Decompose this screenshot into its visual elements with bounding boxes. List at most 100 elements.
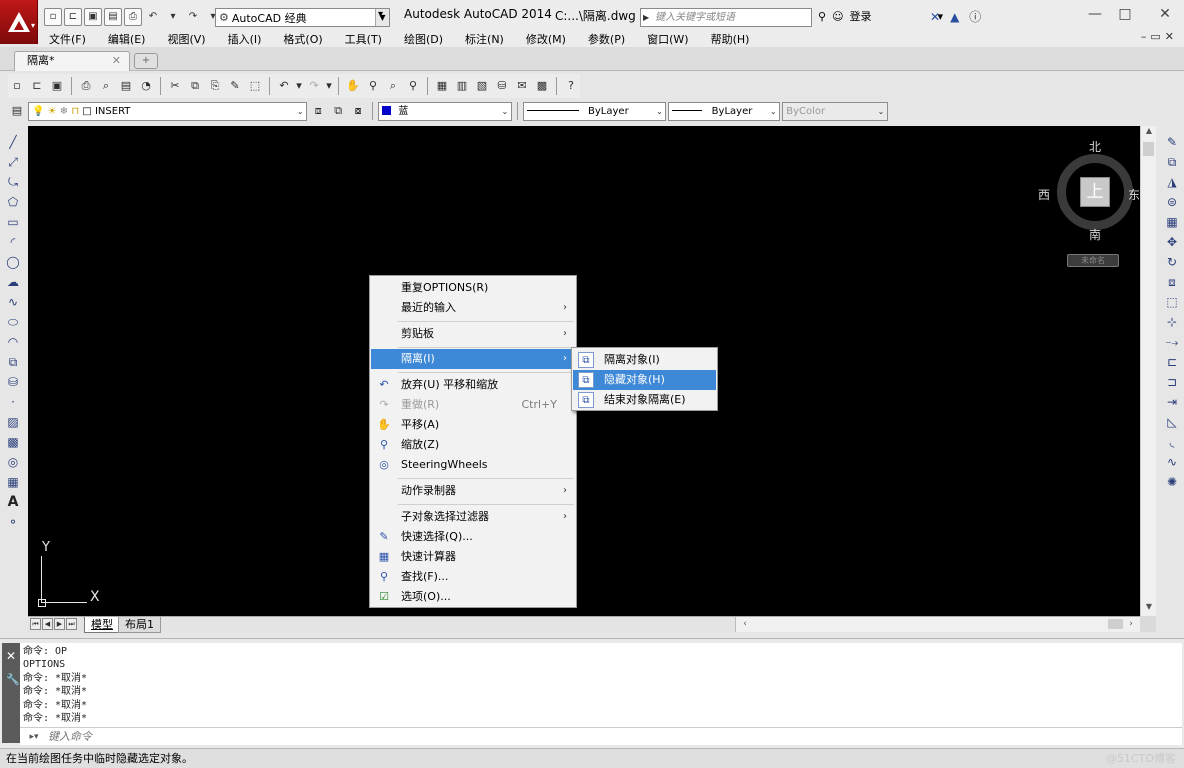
break-at-point-icon[interactable]: ⊏	[1163, 353, 1181, 371]
point-icon[interactable]: ·	[4, 393, 22, 411]
cm-options[interactable]: ☑ 选项(O)...	[371, 587, 575, 607]
save-icon[interactable]: ▣	[48, 77, 66, 95]
wcs-menu[interactable]: 未命名	[1067, 254, 1119, 267]
move-icon[interactable]: ✥	[1163, 233, 1181, 251]
region-icon[interactable]: ◎	[4, 453, 22, 471]
zoom-realtime-icon[interactable]: ⚲	[364, 77, 382, 95]
block-editor-icon[interactable]: ⬚	[246, 77, 264, 95]
cm-isolate[interactable]: 隔离(I) ›	[371, 349, 575, 369]
compass-north[interactable]: 北	[1089, 138, 1101, 155]
line-icon[interactable]: ╱	[4, 133, 22, 151]
array-icon[interactable]: ▦	[1163, 213, 1181, 231]
save-as-icon[interactable]: ▤	[104, 8, 122, 26]
match-properties-icon[interactable]: ✎	[226, 77, 244, 95]
cm-repeat-options[interactable]: 重复OPTIONS(R)	[371, 278, 575, 298]
menu-parametric[interactable]: 参数(P)	[577, 31, 636, 47]
add-selected-icon[interactable]: ⚬	[4, 513, 22, 531]
zoom-previous-icon[interactable]: ⚲	[404, 77, 422, 95]
tab-model[interactable]: 模型	[84, 617, 120, 633]
scroll-up-icon[interactable]: ▲	[1141, 126, 1157, 140]
print-icon[interactable]: ⎙	[124, 8, 142, 26]
scroll-right-icon[interactable]: ›	[1124, 617, 1138, 631]
lineweight-select[interactable]: ByLayer ⌄	[668, 101, 781, 121]
redo-icon[interactable]: ↷	[184, 8, 202, 26]
cm-zoom[interactable]: ⚲ 缩放(Z)	[371, 435, 575, 455]
menu-view[interactable]: 视图(V)	[156, 31, 216, 47]
viewcube-top-face[interactable]: 上	[1080, 177, 1110, 207]
last-layout-icon[interactable]: ⏭	[66, 618, 77, 630]
markup-icon[interactable]: ✉	[513, 77, 531, 95]
trim-icon[interactable]: ⊹	[1163, 313, 1181, 331]
search-input[interactable]: ▶ 键入关键字或短语	[640, 8, 812, 27]
linetype-select[interactable]: ByLayer ⌄	[522, 101, 667, 121]
rotate-icon[interactable]: ↻	[1163, 253, 1181, 271]
make-current-layer-icon[interactable]: ⧈	[309, 102, 327, 120]
arc-icon[interactable]: ◜	[4, 233, 22, 251]
menu-dimension[interactable]: 标注(N)	[454, 31, 515, 47]
copy-icon[interactable]: ⧉	[186, 77, 204, 95]
construction-line-icon[interactable]: ⤢	[4, 153, 22, 171]
plot-icon[interactable]: ⎙	[77, 77, 95, 95]
paste-icon[interactable]: ⎘	[206, 77, 224, 95]
blend-curves-icon[interactable]: ∿	[1163, 453, 1181, 471]
wrench-icon[interactable]: 🔧	[6, 673, 20, 686]
erase-icon[interactable]: ✎	[1163, 133, 1181, 151]
stretch-icon[interactable]: ⬚	[1163, 293, 1181, 311]
multiline-text-icon[interactable]: A	[4, 493, 22, 511]
polyline-icon[interactable]: ⤿	[4, 173, 22, 191]
command-input[interactable]	[48, 728, 1182, 745]
offset-icon[interactable]: ⊜	[1163, 193, 1181, 211]
polygon-icon[interactable]: ⬠	[4, 193, 22, 211]
scroll-left-icon[interactable]: ‹	[738, 617, 752, 631]
close-button[interactable]: ✕	[1150, 4, 1180, 24]
circle-icon[interactable]: ◯	[4, 253, 22, 271]
viewcube[interactable]: 上 北 南 东 西 未命名	[1038, 136, 1140, 267]
rectangle-icon[interactable]: ▭	[4, 213, 22, 231]
vertical-scrollbar[interactable]: ▲ ▼	[1140, 126, 1156, 616]
sheet-set-icon[interactable]: ⛁	[493, 77, 511, 95]
break-icon[interactable]: ⊐	[1163, 373, 1181, 391]
insert-block-icon[interactable]: ⧉	[4, 353, 22, 371]
document-tab[interactable]: 隔离* ✕	[14, 51, 130, 71]
properties-icon[interactable]: ▦	[433, 77, 451, 95]
plot-preview-icon[interactable]: ⌕	[97, 77, 115, 95]
menu-insert[interactable]: 插入(I)	[217, 31, 273, 47]
join-icon[interactable]: ⇥	[1163, 393, 1181, 411]
scroll-down-icon[interactable]: ▼	[1141, 602, 1157, 616]
new-file-icon[interactable]: ▫	[44, 8, 62, 26]
layer-state-icon[interactable]: ⧇	[349, 102, 367, 120]
zoom-window-icon[interactable]: ⌕	[384, 77, 402, 95]
compass-west[interactable]: 西	[1038, 186, 1050, 203]
menu-modify[interactable]: 修改(M)	[515, 31, 577, 47]
save-icon[interactable]: ▣	[84, 8, 102, 26]
new-icon[interactable]: ▫	[8, 77, 26, 95]
dropdown-icon[interactable]: ▾	[325, 77, 333, 95]
revision-cloud-icon[interactable]: ☁	[4, 273, 22, 291]
design-center-icon[interactable]: ▥	[453, 77, 471, 95]
menu-file[interactable]: 文件(F)	[38, 31, 97, 47]
first-layout-icon[interactable]: ⏮	[30, 618, 41, 630]
autodesk-360-icon[interactable]: ▲	[950, 10, 959, 24]
layer-previous-icon[interactable]: ⧉	[329, 102, 347, 120]
cm-pan[interactable]: ✋ 平移(A)	[371, 415, 575, 435]
dropdown-icon[interactable]: ▾	[164, 8, 182, 26]
menu-help[interactable]: 帮助(H)	[700, 31, 761, 47]
make-block-icon[interactable]: ⛁	[4, 373, 22, 391]
cm-subobject-filter[interactable]: 子对象选择过滤器 ›	[371, 507, 575, 527]
extend-icon[interactable]: ⤍	[1163, 333, 1181, 351]
application-menu-button[interactable]: ▾	[0, 0, 38, 44]
open-icon[interactable]: ⊏	[28, 77, 46, 95]
previous-layout-icon[interactable]: ◀	[42, 618, 53, 630]
cm-action-recorder[interactable]: 动作录制器 ›	[371, 481, 575, 501]
workspace-select[interactable]: ⚙ AutoCAD 经典 ▼	[215, 8, 390, 27]
tool-palettes-icon[interactable]: ▧	[473, 77, 491, 95]
scroll-thumb[interactable]	[1143, 142, 1154, 156]
undo-icon[interactable]: ↶	[144, 8, 162, 26]
3d-print-icon[interactable]: ◔	[137, 77, 155, 95]
sm-hide-objects[interactable]: ⧉ 隐藏对象(H)	[573, 370, 716, 390]
layer-select[interactable]: 💡 ☀ ❄ ⊓ □ INSERT ⌄	[27, 101, 308, 121]
menu-format[interactable]: 格式(O)	[272, 31, 333, 47]
fillet-icon[interactable]: ◟	[1163, 433, 1181, 451]
cm-find[interactable]: ⚲ 查找(F)...	[371, 567, 575, 587]
cm-undo[interactable]: ↶ 放弃(U) 平移和缩放	[371, 375, 575, 395]
